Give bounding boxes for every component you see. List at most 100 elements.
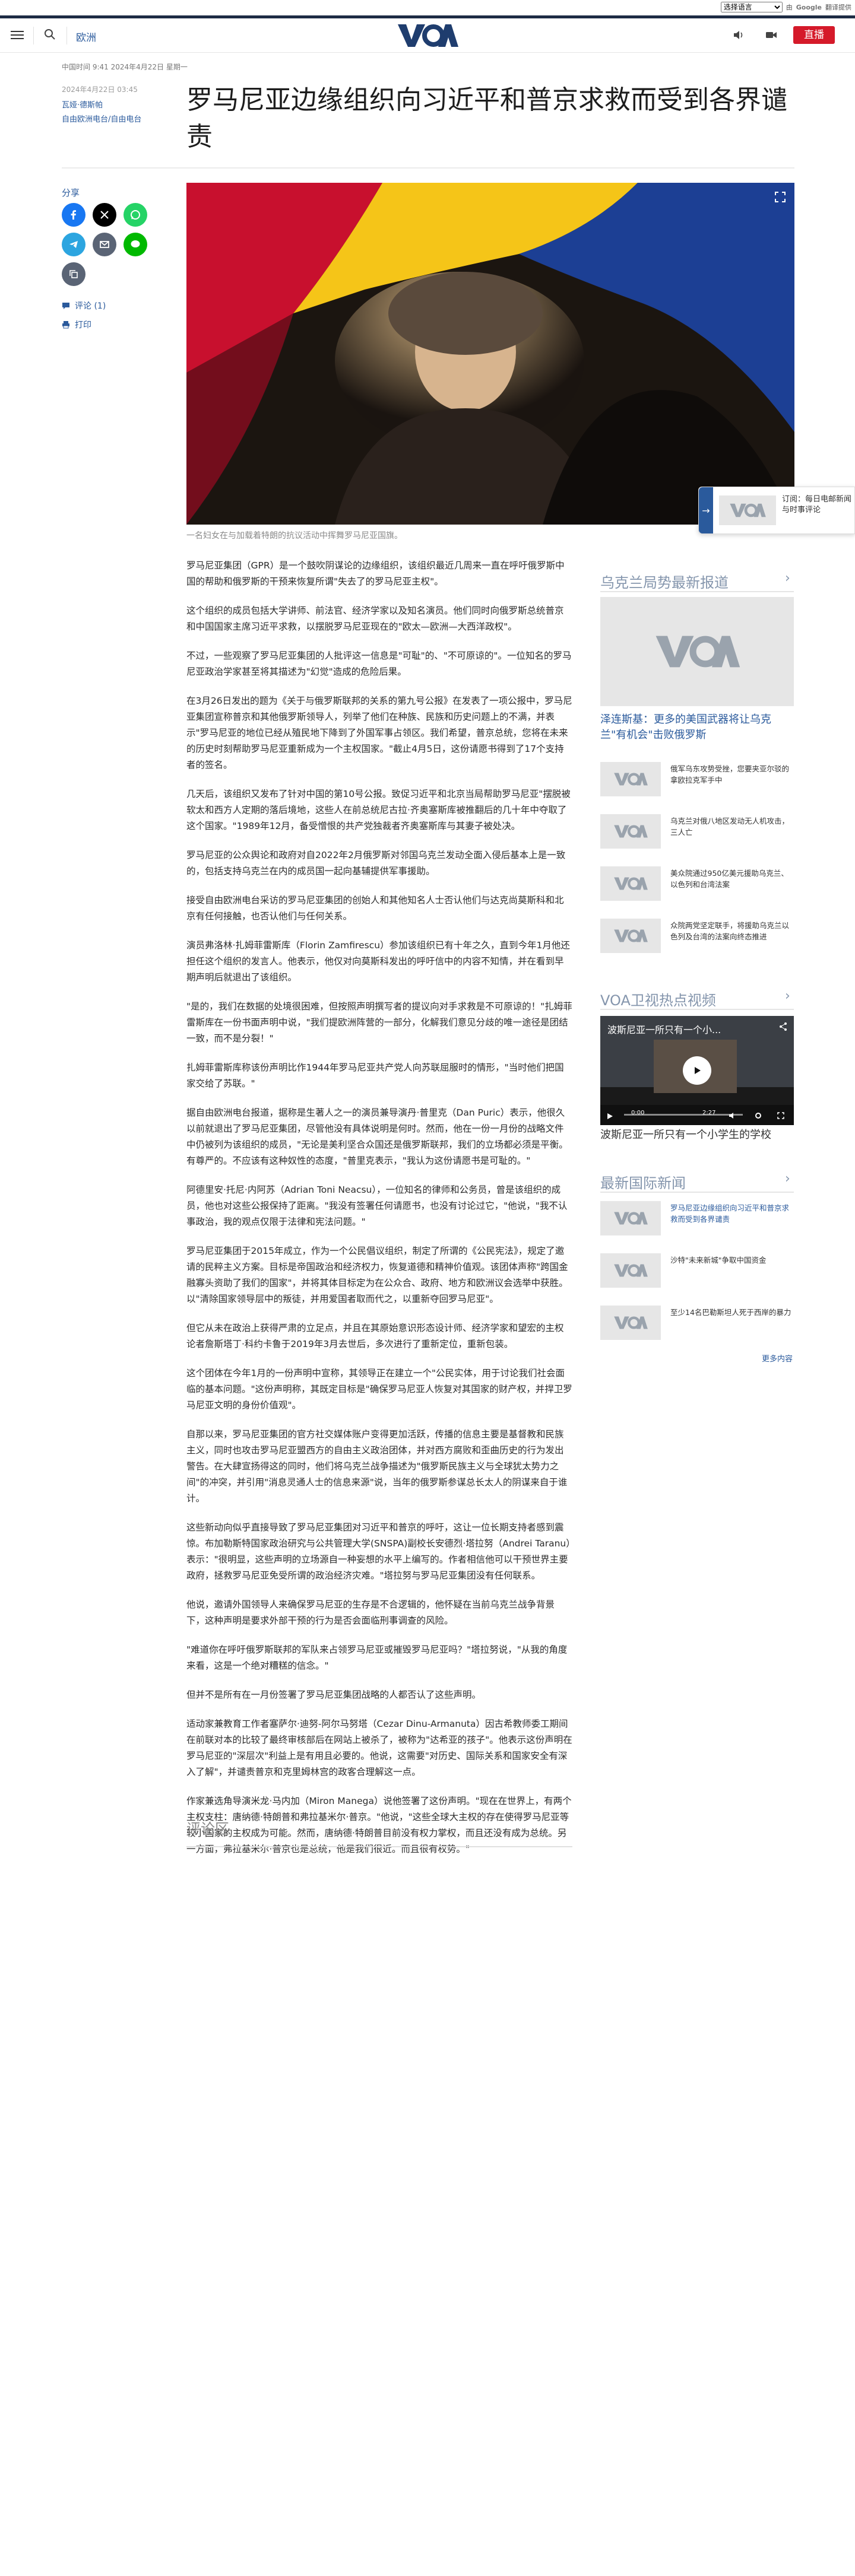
telegram-share-button[interactable] [62,233,86,256]
list-item-title[interactable]: 众院两党坚定联手，将援助乌克兰以色列及台湾的法案向终态推进 [670,920,794,942]
list-item-title[interactable]: 乌克兰对俄八地区发动无人机攻击，三人亡 [670,815,794,838]
list-item-title[interactable]: 美众院通过950亿美元援助乌克兰、以色列和台湾法案 [670,868,794,890]
translate-strip: 选择语言 由 Google 翻译提供 [0,0,855,15]
article-paragraph: 罗马尼亚的公众舆论和政府对自2022年2月俄罗斯对邻国乌克兰发动全面入侵后基本上… [186,850,566,876]
fullscreen-icon[interactable] [774,191,786,203]
article-paragraph: 几天后，该组织又发布了针对中国的第10号公报。致促习近平和北京当局帮助罗马尼亚"… [186,789,571,831]
video-player[interactable]: 波斯尼亚一所只有一个小... 0:00 2:27 [600,1016,794,1125]
copy-icon [69,270,78,278]
comments-divider [186,1846,572,1847]
video-camera-icon[interactable] [765,28,778,42]
translate-credit: 翻译提供 [825,4,851,11]
more-content-link[interactable]: 更多内容 [762,1352,793,1364]
newsletter-promo[interactable]: → 订阅：每日电邮新闻与时事评论 [698,487,855,534]
title-divider [186,167,794,169]
voa-placeholder-icon [656,636,740,668]
settings-gear-icon[interactable] [755,1110,762,1122]
site-header: 欧洲 直播 [0,18,855,53]
list-item[interactable]: 美众院通过950亿美元援助乌克兰、以色列和台湾法案 [600,866,794,909]
share-icon[interactable] [778,1022,788,1034]
list-item[interactable]: 罗马尼亚边缘组织向习近平和普京求救而受到各界谴责 [600,1201,794,1244]
article-paragraph: "难道你在呼吁俄罗斯联邦的军队来占领罗马尼亚或摧毁罗马尼亚吗？"塔拉努说，"从我… [186,1644,568,1671]
print-link[interactable]: 打印 [62,319,91,331]
list-item-title[interactable]: 俄军乌东攻势受挫，您要夹亚尔驳的拿欧拉克军手中 [670,763,794,786]
comments-link-label: 评论 (1) [75,301,106,311]
line-icon [131,240,140,247]
sidebar-heading-international[interactable]: 最新国际新闻 [600,1171,686,1192]
sidebar-feature-title[interactable]: 泽连斯基：更多的美国武器将让乌克兰"有机会"击败俄罗斯 [600,712,794,743]
menu-icon[interactable] [11,28,24,42]
search-icon[interactable] [43,27,57,42]
print-link-label: 打印 [75,320,91,330]
list-item[interactable]: 俄军乌东攻势受挫，您要夹亚尔驳的拿欧拉克军手中 [600,762,794,805]
article-paragraph: 阿德里安·托尼·内阿苏（Adrian Toni Neacsu），一位知名的律师和… [186,1184,568,1227]
chevron-right-icon[interactable]: › [785,571,790,586]
list-item[interactable]: 沙特"未来新城"争取中国资金 [600,1253,794,1296]
language-select[interactable]: 选择语言 [720,2,783,12]
article-paragraph: 自那以来，罗马尼亚集团的官方社交媒体账户变得更加活跃，传播的信息主要是基督教和民… [186,1429,568,1504]
list-item[interactable]: 乌克兰对俄八地区发动无人机攻击，三人亡 [600,814,794,857]
thumbnail-placeholder [600,814,661,849]
article-paragraph: 在3月26日发出的题为《关于与俄罗斯联邦的关系的第九号公报》在发表了一项公报中，… [186,695,572,770]
arrow-right-icon[interactable]: → [699,487,713,533]
fullscreen-icon[interactable] [777,1110,784,1122]
play-button[interactable] [683,1056,711,1085]
article-paragraph: 但并不是所有在一月份签署了罗马尼亚集团战略的人都否认了这些声明。 [186,1689,482,1700]
volume-icon[interactable] [729,1110,737,1122]
chevron-right-icon[interactable]: › [785,989,790,1003]
video-title-overlay: 波斯尼亚一所只有一个小... [607,1024,721,1036]
image-caption: 一名妇女在与加载着特朗的抗议活动中挥舞罗马尼亚国旗。 [186,531,403,541]
whatsapp-icon [131,210,140,220]
comments-link[interactable]: 评论 (1) [62,300,106,312]
print-icon [62,321,69,329]
voa-logo[interactable] [395,22,460,49]
live-button[interactable]: 直播 [793,26,835,44]
list-item-title[interactable]: 至少14名巴勒斯坦人死于西岸的暴力 [670,1307,794,1318]
thumbnail-placeholder [600,1201,661,1235]
google-translate-widget: 选择语言 由 Google 翻译提供 [720,2,851,12]
sidebar-feature-image[interactable] [600,597,794,706]
article-paragraph: 这些新动向似乎直接导致了罗马尼亚集团对习近平和普京的呼吁，这让一位长期支持者感到… [186,1522,571,1581]
article-paragraph: 罗马尼亚集团于2015年成立，作为一个公民倡议组织，制定了所谓的《公民宪法》，规… [186,1246,568,1304]
list-item-title[interactable]: 沙特"未来新城"争取中国资金 [670,1254,794,1266]
play-small-icon[interactable] [606,1111,613,1122]
comment-icon [62,303,69,309]
powered-prefix: 由 [786,4,793,11]
promo-text[interactable]: 订阅：每日电邮新闻与时事评论 [782,494,852,516]
article-body: 罗马尼亚集团（GPR）是一个鼓吹阴谋论的边缘组织，该组织最近几周来一直在呼吁俄罗… [186,558,572,1870]
x-share-button[interactable] [93,203,116,227]
source-link[interactable]: 自由欧洲电台/自由电台 [62,113,141,124]
play-icon [695,1067,701,1074]
article-paragraph: 接受自由欧洲电台采访的罗马尼亚集团的创始人和其他知名人士否认他们与达克尚莫斯科和… [186,895,564,922]
article-paragraph: 这个组织的成员包括大学讲师、前法官、经济学家以及知名演员。他们同时向俄罗斯总统普… [186,605,564,632]
list-item[interactable]: 众院两党坚定联手，将援助乌克兰以色列及台湾的法案向终态推进 [600,919,794,961]
thumbnail-placeholder [600,866,661,901]
line-share-button[interactable] [124,233,147,256]
x-icon [100,211,109,219]
list-item-title[interactable]: 罗马尼亚边缘组织向习近平和普京求救而受到各界谴责 [670,1202,794,1225]
page-title: 罗马尼亚边缘组织向习近平和普京求救而受到各界谴责 [186,85,787,152]
chevron-right-icon[interactable]: › [785,1171,790,1186]
email-share-button[interactable] [93,233,116,256]
sidebar-heading-ukraine[interactable]: 乌克兰局势最新报道 [600,571,729,592]
copy-link-button[interactable] [62,262,86,286]
video-duration: 2:27 [702,1110,716,1116]
comments-title: 评论区 [186,1821,229,1837]
video-caption[interactable]: 波斯尼亚一所只有一个小学生的学校 [600,1127,794,1143]
section-link-europe[interactable]: 欧洲 [76,29,96,44]
audio-icon[interactable] [732,28,745,42]
hero-image [186,183,794,525]
facebook-icon [71,210,76,220]
author-link[interactable]: 瓦娅·德斯帕 [62,99,103,110]
whatsapp-share-button[interactable] [124,203,147,227]
list-item[interactable]: 至少14名巴勒斯坦人死于西岸的暴力 [600,1306,794,1348]
google-logo: Google [796,3,822,11]
facebook-share-button[interactable] [62,203,86,227]
video-current-time: 0:00 [631,1110,645,1116]
thumbnail-placeholder [600,1306,661,1340]
meta-divider [62,167,186,169]
publish-date: 2024年4月22日 03:45 [62,85,138,94]
article-paragraph: 演员弗洛林·扎姆菲雷斯库（Florin Zamfirescu）参加该组织已有十年… [186,940,570,983]
sidebar-rule [600,591,794,592]
sidebar-heading-tv[interactable]: VOA卫视热点视频 [600,989,716,1009]
